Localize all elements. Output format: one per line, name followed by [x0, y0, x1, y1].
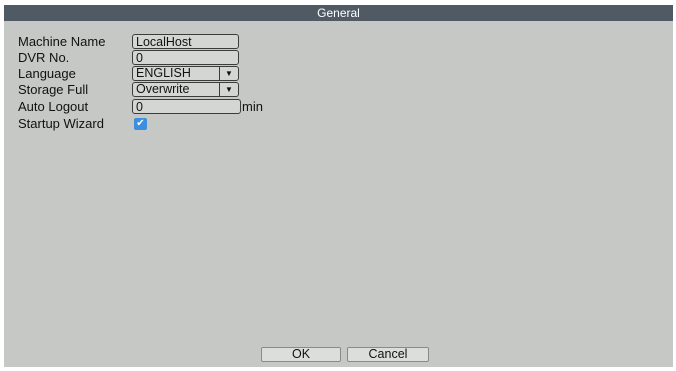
storage-full-select[interactable]: Overwrite ▼ [132, 82, 239, 97]
general-settings-window: General Machine Name DVR No. Language EN… [4, 5, 673, 367]
startup-wizard-checkbox[interactable]: ✔ [134, 118, 147, 130]
cancel-button[interactable]: Cancel [347, 347, 429, 362]
dvr-no-field[interactable] [132, 50, 239, 65]
ok-button[interactable]: OK [261, 347, 341, 362]
machine-name-input[interactable] [136, 35, 233, 48]
chevron-down-icon[interactable]: ▼ [219, 67, 238, 80]
checkmark-icon: ✔ [136, 118, 145, 129]
language-select[interactable]: ENGLISH ▼ [132, 66, 239, 81]
dvr-no-input[interactable] [136, 51, 233, 64]
auto-logout-unit: min [242, 99, 263, 114]
auto-logout-label: Auto Logout [18, 99, 89, 114]
auto-logout-input[interactable] [136, 100, 235, 113]
language-label: Language [18, 66, 76, 81]
chevron-down-icon[interactable]: ▼ [219, 83, 238, 96]
dvr-no-label: DVR No. [18, 50, 70, 65]
language-value: ENGLISH [136, 66, 191, 80]
machine-name-field[interactable] [132, 34, 239, 49]
machine-name-label: Machine Name [18, 34, 106, 49]
auto-logout-field[interactable] [132, 99, 241, 114]
window-title: General [4, 5, 673, 21]
storage-full-value: Overwrite [136, 82, 190, 96]
storage-full-label: Storage Full [18, 82, 89, 97]
startup-wizard-label: Startup Wizard [18, 116, 104, 131]
